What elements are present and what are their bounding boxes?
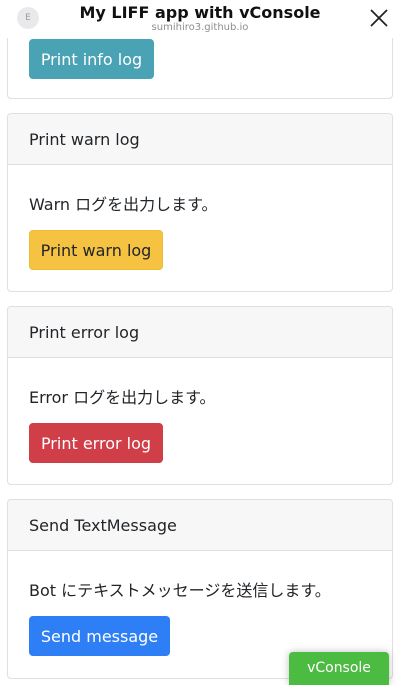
warn-card: Print warn log Warn ログを出力します。 Print warn… xyxy=(7,113,393,292)
warn-card-header: Print warn log xyxy=(8,114,392,165)
print-error-log-button[interactable]: Print error log xyxy=(29,423,163,463)
error-card-text: Error ログを出力します。 xyxy=(29,388,216,407)
warn-card-text: Warn ログを出力します。 xyxy=(29,195,218,214)
send-card-header: Send TextMessage xyxy=(8,500,392,551)
send-card-text: Bot にテキストメッセージを送信します。 xyxy=(29,581,331,600)
vconsole-button[interactable]: vConsole xyxy=(289,652,389,685)
close-button[interactable] xyxy=(368,7,390,29)
print-info-log-button[interactable]: Print info log xyxy=(29,39,154,79)
error-card-header: Print error log xyxy=(8,307,392,358)
print-warn-log-button[interactable]: Print warn log xyxy=(29,230,163,270)
app-subtitle: sumihiro3.github.io xyxy=(151,22,249,33)
page-content: Print info log Print warn log Warn ログを出力… xyxy=(0,0,400,685)
send-message-button[interactable]: Send message xyxy=(29,616,170,656)
liff-header: E My LIFF app with vConsole sumihiro3.gi… xyxy=(0,0,400,38)
error-card: Print error log Error ログを出力します。 Print er… xyxy=(7,306,393,485)
close-icon xyxy=(370,9,388,27)
app-title: My LIFF app with vConsole xyxy=(79,3,321,22)
